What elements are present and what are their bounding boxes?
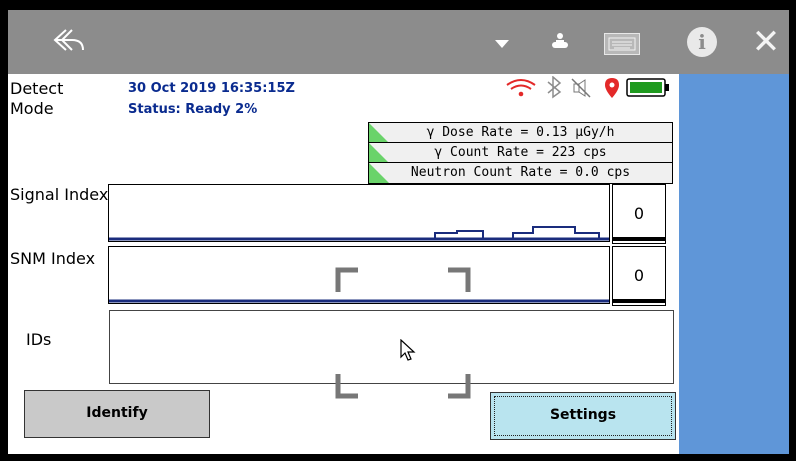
- signal-index-graph: [108, 184, 610, 242]
- ids-list[interactable]: [109, 310, 674, 384]
- settings-button[interactable]: Settings: [490, 392, 676, 440]
- snm-index-label: SNM Index: [10, 249, 96, 268]
- status-icons: [506, 76, 669, 99]
- gamma-dose-rate: γ Dose Rate = 0.13 μGy/h: [368, 122, 673, 144]
- detector-app: Detect Mode 30 Oct 2019 16:35:15Z Status…: [8, 74, 679, 454]
- datetime: 30 Oct 2019 16:35:15Z: [128, 81, 295, 96]
- back-icon[interactable]: [52, 26, 86, 56]
- identify-button[interactable]: Identify: [24, 390, 210, 438]
- mode-label: Detect Mode: [10, 79, 64, 118]
- snm-index-value: 0: [612, 246, 666, 306]
- close-icon[interactable]: ✕: [749, 25, 783, 59]
- neutron-count-rate: Neutron Count Rate = 0.0 cps: [368, 162, 673, 184]
- status-indicator-icon: [369, 163, 389, 183]
- location-pin-icon: [605, 78, 619, 98]
- status-text: Status: Ready 2%: [128, 102, 258, 117]
- status-indicator-icon: [369, 143, 389, 163]
- gamma-count-rate: γ Count Rate = 223 cps: [368, 142, 673, 164]
- people-icon[interactable]: [548, 30, 572, 54]
- speaker-mute-icon: [571, 78, 591, 98]
- device-screen: i ✕ Detect Mode 30 Oct 2019 16:35:15Z St…: [0, 0, 796, 461]
- ids-label: IDs: [26, 330, 52, 349]
- snm-index-value-base: [612, 299, 666, 303]
- signal-index-value-base: [612, 237, 666, 241]
- chevron-down-icon[interactable]: [495, 40, 509, 48]
- signal-index-value: 0: [612, 184, 666, 244]
- signal-trace: [109, 226, 609, 241]
- desktop-background: [679, 74, 789, 454]
- signal-index-label: Signal Index: [10, 185, 109, 204]
- window-title-bar: i ✕: [8, 10, 789, 74]
- wifi-icon: [506, 79, 536, 97]
- info-icon[interactable]: i: [687, 27, 717, 57]
- bluetooth-icon: [547, 76, 562, 99]
- snm-index-graph: [108, 246, 610, 304]
- status-indicator-icon: [369, 123, 389, 143]
- cursor-icon: [400, 339, 416, 361]
- keyboard-icon[interactable]: [604, 33, 640, 55]
- battery-icon: [626, 78, 669, 97]
- snm-trace: [109, 299, 609, 303]
